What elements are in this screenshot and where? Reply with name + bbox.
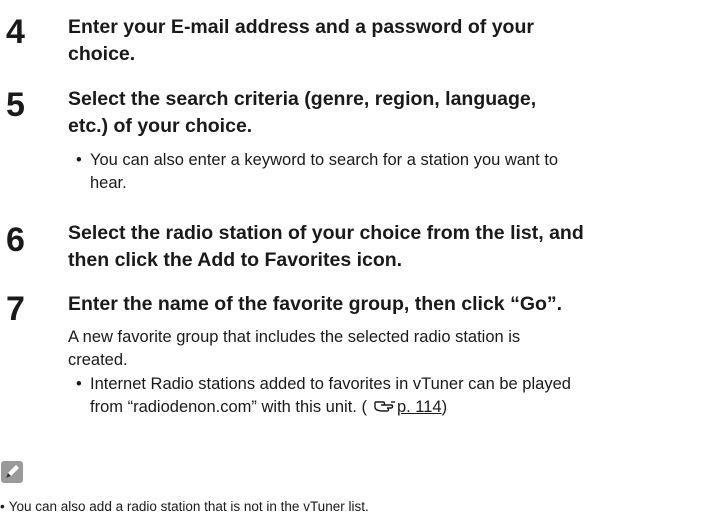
step-number: 6: [6, 221, 25, 259]
list-item: • Internet Radio stations added to favor…: [76, 373, 696, 419]
step-description: A new favorite group that includes the s…: [68, 326, 698, 372]
bullet-dot: •: [0, 499, 5, 514]
bullet-text-line: You can also enter a keyword to search f…: [90, 151, 559, 169]
step-heading: Enter the name of the favorite group, th…: [68, 291, 698, 318]
step-heading-line: Select the search criteria (genre, regio…: [68, 88, 537, 110]
step-heading-line: choice.: [68, 43, 136, 65]
step-heading: Select the radio station of your choice …: [68, 220, 698, 274]
step-heading-line: then click the Add to Favorites icon.: [68, 249, 403, 271]
bullet-text: Internet Radio stations added to favorit…: [76, 373, 696, 419]
step-number: 5: [6, 86, 25, 124]
bullet-text-line: hear.: [90, 174, 127, 192]
bullet-text-fragment: ): [441, 398, 448, 416]
bullet-text: You can also enter a keyword to search f…: [76, 149, 696, 195]
pointing-hand-icon: [374, 401, 395, 412]
page-reference-link[interactable]: p. 114: [397, 398, 442, 416]
bullet-text-line: Internet Radio stations added to favorit…: [90, 375, 571, 393]
step-heading-line: etc.) of your choice.: [68, 115, 253, 137]
step-number: 7: [6, 290, 25, 328]
bullet-text-line: from “radiodenon.com” with this unit. ( …: [90, 398, 447, 416]
step-heading-line: Enter your E-mail address and a password…: [68, 16, 534, 38]
step-description-line: created.: [68, 351, 128, 369]
note-item: • You can also add a radio station that i…: [0, 497, 709, 517]
list-item: • You can also enter a keyword to search…: [76, 149, 696, 195]
pencil-icon: [1, 461, 23, 483]
step-heading: Enter your E-mail address and a password…: [68, 14, 698, 68]
step-heading: Select the search criteria (genre, regio…: [68, 86, 698, 140]
step-number: 4: [6, 13, 25, 51]
pencil-icon-glyph: [6, 465, 19, 478]
bullet-dot: •: [76, 151, 82, 169]
note-text: You can also add a radio station that is…: [8, 499, 369, 514]
step-heading-line: Select the radio station of your choice …: [68, 222, 584, 244]
step-description-line: A new favorite group that includes the s…: [68, 328, 521, 346]
step-heading-line: Enter the name of the favorite group, th…: [68, 293, 563, 315]
bullet-text-fragment: from “radiodenon.com” with this unit. (: [90, 398, 367, 416]
bullet-dot: •: [76, 375, 82, 393]
